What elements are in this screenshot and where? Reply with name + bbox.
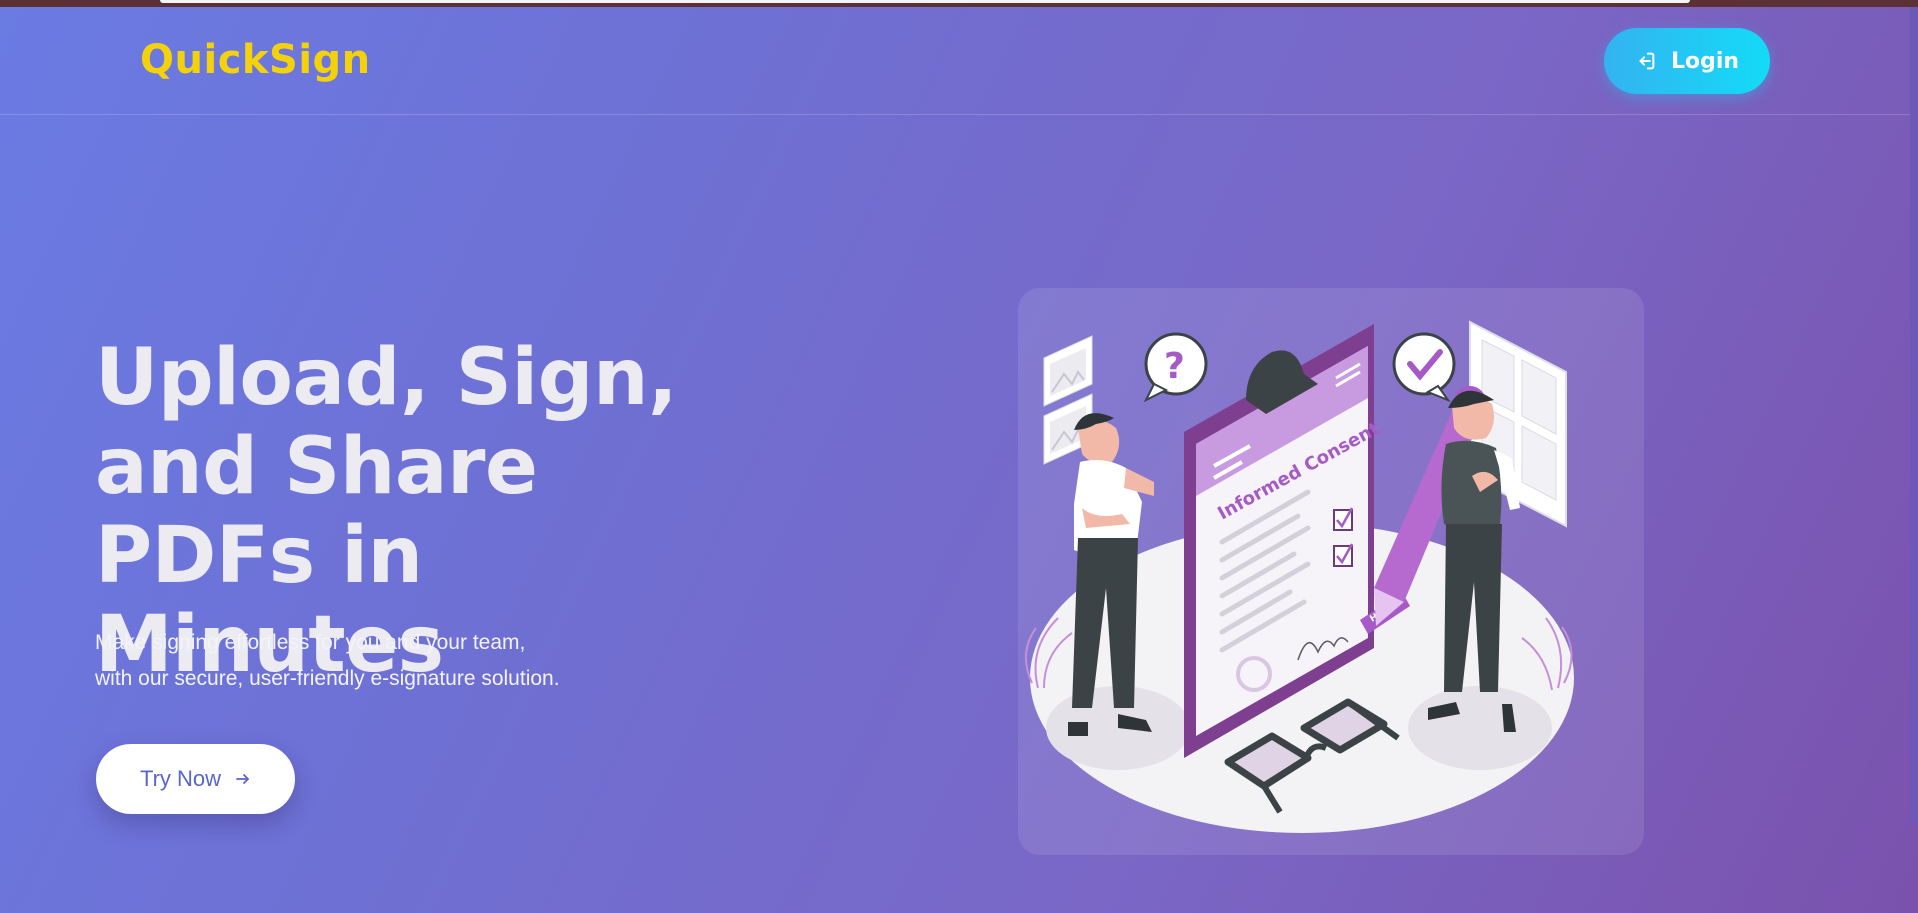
svg-text:?: ? <box>1164 346 1185 387</box>
hero-subtitle-line-2: with our secure, user-friendly e-signatu… <box>95 667 560 690</box>
hero-subtitle-line-1: Make signing effortless for you and your… <box>95 631 526 654</box>
floor-shadow-right <box>1408 686 1552 770</box>
try-now-label: Try Now <box>139 766 222 791</box>
arrow-right-icon <box>236 774 249 784</box>
login-label: Login <box>1670 48 1740 74</box>
login-icon <box>1639 52 1655 70</box>
scrollbar[interactable] <box>1910 7 1918 825</box>
browser-top-bar <box>160 0 1690 3</box>
hero-subtitle: Make signing effortless for you and your… <box>95 625 655 697</box>
signing-illustration: Informed Consent HER <box>1025 320 1574 833</box>
navbar: QuickSign Login <box>0 7 1910 115</box>
check-bubble <box>1392 332 1456 403</box>
browser-top-strip <box>0 0 1918 7</box>
illustration-card: Informed Consent HER <box>1018 288 1644 855</box>
logo[interactable]: QuickSign <box>140 37 371 83</box>
hero-title-line-2: and Share <box>95 422 538 512</box>
question-bubble: ? <box>1143 332 1208 403</box>
hero-title-line-1: Upload, Sign, <box>95 333 678 423</box>
login-button[interactable]: Login <box>1604 28 1770 94</box>
try-now-button[interactable]: Try Now <box>96 744 295 814</box>
